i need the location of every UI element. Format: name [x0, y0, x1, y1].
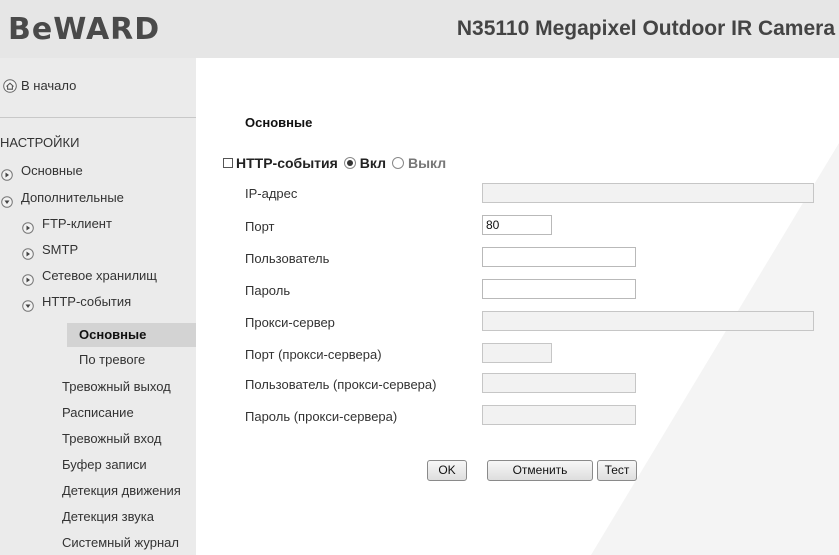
- sidebar-item-label: Буфер записи: [62, 457, 147, 472]
- arrow-right-icon: [22, 218, 34, 234]
- sidebar-item-label: Расписание: [62, 405, 134, 420]
- sidebar-item-label: Сетевое хранилищ: [42, 268, 158, 283]
- sidebar-item-label: FTP-клиент: [42, 216, 112, 231]
- sidebar-item-alarm-output[interactable]: Тревожный выход: [62, 375, 171, 399]
- radio-on-label[interactable]: Вкл: [360, 155, 386, 171]
- proxy-user-input[interactable]: [482, 373, 636, 393]
- password-label: Пароль: [245, 283, 291, 298]
- proxy-server-input[interactable]: [482, 311, 814, 331]
- settings-heading: НАСТРОЙКИ: [0, 135, 80, 150]
- ip-address-input[interactable]: [482, 183, 814, 203]
- proxy-port-input[interactable]: [482, 343, 552, 363]
- sidebar-item-label: Детекция звука: [62, 509, 154, 524]
- sidebar-item-motion-detection[interactable]: Детекция движения: [62, 479, 181, 503]
- sidebar-item-label: Детекция движения: [62, 483, 181, 498]
- http-events-toggle: HTTP-события Вкл Выкл: [223, 155, 446, 171]
- proxy-port-label: Порт (прокси-сервера): [245, 347, 382, 362]
- square-bullet-icon: [223, 158, 233, 168]
- sidebar-item-http-basic[interactable]: Основные: [67, 323, 196, 347]
- proxy-password-label: Пароль (прокси-сервера): [245, 409, 398, 424]
- test-button[interactable]: Тест: [597, 460, 637, 481]
- arrow-right-icon: [22, 270, 34, 286]
- sidebar-item-on-alarm[interactable]: По тревоге: [79, 348, 145, 372]
- sidebar-item-label: По тревоге: [79, 352, 146, 367]
- cancel-button[interactable]: Отменить: [487, 460, 593, 481]
- home-label: В начало: [21, 78, 77, 93]
- main-content: Основные HTTP-события Вкл Выкл IP-адрес …: [196, 58, 839, 555]
- port-input[interactable]: [482, 215, 552, 235]
- user-label: Пользователь: [245, 251, 330, 266]
- sidebar-item-smtp[interactable]: SMTP: [22, 238, 78, 262]
- sidebar: В начало НАСТРОЙКИ Основные Дополнительн…: [0, 58, 196, 555]
- user-input[interactable]: [482, 247, 636, 267]
- sidebar-item-label: Основные: [79, 327, 147, 342]
- sidebar-divider: [0, 117, 196, 118]
- beward-logo[interactable]: BeWARD: [8, 12, 160, 47]
- arrow-right-icon: [1, 165, 13, 181]
- sidebar-item-schedule[interactable]: Расписание: [62, 401, 134, 425]
- home-link[interactable]: В начало: [3, 78, 76, 93]
- sidebar-item-label: SMTP: [42, 242, 79, 257]
- sidebar-item-label: Тревожный вход: [62, 431, 162, 446]
- sidebar-item-alarm-input[interactable]: Тревожный вход: [62, 427, 161, 451]
- arrow-down-icon: [1, 192, 13, 208]
- sidebar-item-label: Основные: [21, 163, 83, 178]
- http-events-label: HTTP-события: [236, 155, 338, 171]
- sidebar-item-basic[interactable]: Основные: [1, 159, 83, 183]
- proxy-server-label: Прокси-сервер: [245, 315, 335, 330]
- sidebar-item-label: Дополнительные: [21, 190, 124, 205]
- sidebar-item-label: Тревожный выход: [62, 379, 171, 394]
- arrow-right-icon: [22, 244, 34, 260]
- radio-off-label[interactable]: Выкл: [408, 155, 446, 171]
- password-input[interactable]: [482, 279, 636, 299]
- sidebar-item-advanced[interactable]: Дополнительные: [1, 186, 124, 210]
- sidebar-item-http-events[interactable]: HTTP-события: [22, 290, 131, 314]
- proxy-password-input[interactable]: [482, 405, 636, 425]
- port-label: Порт: [245, 219, 275, 234]
- sidebar-item-label: HTTP-события: [42, 294, 132, 309]
- radio-off[interactable]: [391, 157, 404, 169]
- sidebar-item-ftp-client[interactable]: FTP-клиент: [22, 212, 112, 236]
- sidebar-item-record-buffer[interactable]: Буфер записи: [62, 453, 147, 477]
- home-icon: [3, 78, 17, 93]
- proxy-user-label: Пользователь (прокси-сервера): [245, 377, 437, 392]
- header: BeWARD N35110 Megapixel Outdoor IR Camer…: [0, 0, 839, 58]
- product-title: N35110 Megapixel Outdoor IR Camera: [456, 17, 835, 40]
- arrow-down-icon: [22, 296, 34, 312]
- radio-on[interactable]: [343, 157, 356, 169]
- sidebar-item-network-storage[interactable]: Сетевое хранилищ: [22, 264, 157, 288]
- ip-address-label: IP-адрес: [245, 186, 298, 201]
- sidebar-item-system-log[interactable]: Системный журнал: [62, 531, 179, 555]
- ok-button[interactable]: OK: [427, 460, 467, 481]
- sidebar-item-label: Системный журнал: [62, 535, 179, 550]
- sidebar-item-sound-detection[interactable]: Детекция звука: [62, 505, 154, 529]
- section-title: Основные: [245, 115, 313, 130]
